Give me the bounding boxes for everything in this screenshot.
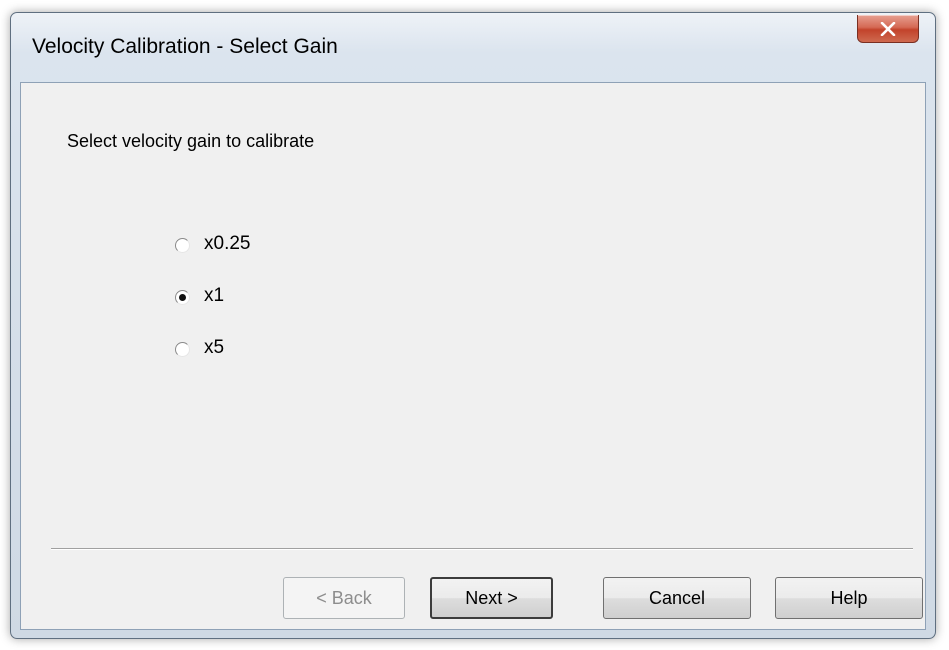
radio-selected-dot [179,294,186,301]
dialog-window: Velocity Calibration - Select Gain Selec… [10,12,936,639]
gain-radio-group: x0.25 x1 x5 [175,233,250,389]
radio-label[interactable]: x1 [204,285,224,307]
cancel-button[interactable]: Cancel [603,577,751,619]
button-separator [51,548,913,550]
radio-button[interactable] [175,238,190,253]
help-button[interactable]: Help [775,577,923,619]
instruction-text: Select velocity gain to calibrate [67,131,315,151]
radio-label[interactable]: x5 [204,337,224,359]
close-icon [880,21,896,36]
next-button[interactable]: Next > [430,577,553,619]
gain-option-x5[interactable]: x5 [175,337,250,389]
radio-button[interactable] [175,342,190,357]
close-button[interactable] [857,15,919,43]
dialog-body: Select velocity gain to calibrate x0.25 … [20,82,926,630]
gain-option-x1[interactable]: x1 [175,285,250,337]
back-button[interactable]: < Back [283,577,405,619]
window-title: Velocity Calibration - Select Gain [32,35,338,58]
radio-button[interactable] [175,290,190,305]
title-bar[interactable]: Velocity Calibration - Select Gain [11,13,935,81]
radio-label[interactable]: x0.25 [204,233,250,255]
gain-option-x0-25[interactable]: x0.25 [175,233,250,285]
